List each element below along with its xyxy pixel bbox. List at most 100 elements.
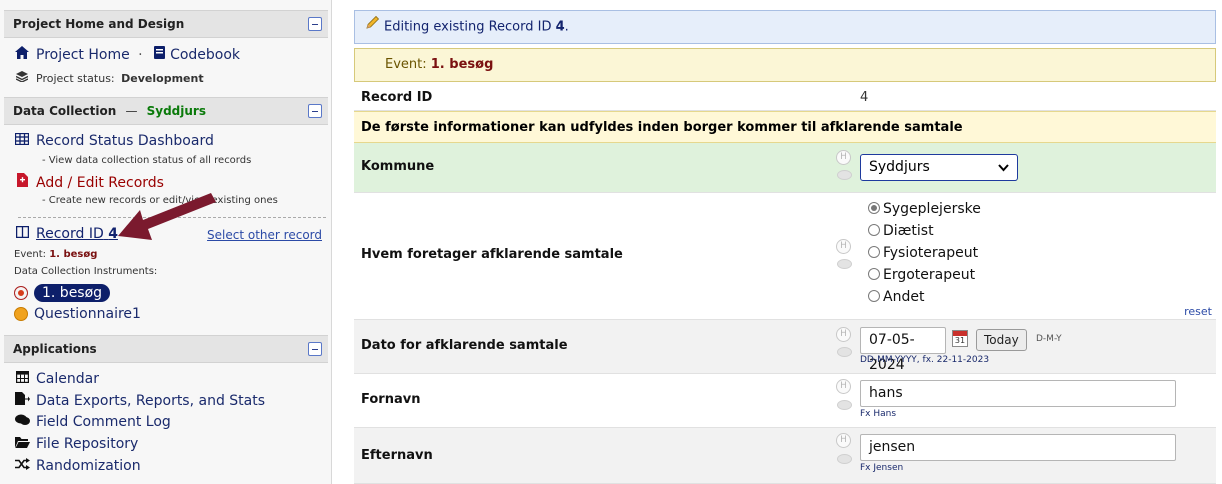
export-icon bbox=[14, 392, 30, 408]
annotation-arrow-icon bbox=[118, 193, 216, 240]
instrument-label[interactable]: 1. besøg bbox=[34, 284, 111, 302]
radio-label: Sygeplejerske bbox=[883, 201, 981, 217]
project-home-link[interactable]: Project Home bbox=[36, 47, 130, 63]
radio-option-diaetist[interactable]: Diætist bbox=[868, 223, 934, 239]
record-id-row: Record ID 4 bbox=[354, 85, 1216, 111]
edit-banner-suffix: . bbox=[564, 19, 569, 35]
app-item-label[interactable]: Data Exports, Reports, and Stats bbox=[36, 393, 265, 409]
kommune-select[interactable]: Syddjurs bbox=[860, 154, 1018, 181]
app-item-label[interactable]: File Repository bbox=[36, 436, 138, 452]
file-icon bbox=[14, 173, 30, 190]
app-item-field-comment-log[interactable]: Field Comment Log bbox=[14, 414, 171, 430]
section-header: De første informationer kan udfyldes ind… bbox=[354, 111, 1216, 143]
radio-option-sygeplejerske[interactable]: Sygeplejerske bbox=[868, 201, 981, 217]
data-collection-header-label: Data Collection bbox=[13, 104, 117, 118]
layers-icon bbox=[14, 71, 30, 85]
header-dash: — bbox=[125, 104, 138, 118]
dato-input[interactable]: 07-05-2024 bbox=[860, 327, 946, 373]
comments-icon bbox=[14, 414, 30, 429]
record-status-dashboard-link[interactable]: Record Status Dashboard bbox=[36, 133, 214, 149]
field-history-icon[interactable]: H bbox=[836, 150, 851, 165]
record-id-link[interactable]: Record ID 4 bbox=[36, 226, 118, 242]
reset-link[interactable]: reset bbox=[1184, 305, 1212, 318]
record-row: Record ID 4 bbox=[14, 225, 118, 242]
app-item-label[interactable]: Calendar bbox=[36, 371, 99, 387]
radio-label: Fysioterapeut bbox=[883, 245, 979, 261]
efternavn-input[interactable]: jensen bbox=[860, 434, 1176, 461]
edit-banner-prefix: Editing existing Record ID bbox=[384, 19, 552, 35]
efternavn-row: Efternavn H jensen Fx Jensen bbox=[354, 428, 1216, 484]
radio-label: Ergoterapeut bbox=[883, 267, 976, 283]
radio-option-andet[interactable]: Andet bbox=[868, 289, 924, 305]
instrument-item[interactable]: Questionnaire1 bbox=[14, 306, 141, 322]
instrument-label[interactable]: Questionnaire1 bbox=[34, 306, 141, 322]
field-comment-icon[interactable] bbox=[837, 454, 852, 464]
event-banner-value: 1. besøg bbox=[430, 57, 494, 72]
record-id-field-label: Record ID bbox=[361, 90, 433, 105]
field-history-icon[interactable]: H bbox=[836, 327, 851, 342]
table-icon bbox=[14, 132, 30, 148]
event-banner-label: Event: bbox=[385, 57, 427, 72]
field-comment-icon[interactable] bbox=[837, 259, 852, 269]
event-banner: Event: 1. besøg bbox=[354, 48, 1216, 82]
app-item-label[interactable]: Field Comment Log bbox=[36, 414, 171, 430]
field-history-icon[interactable]: H bbox=[836, 433, 851, 448]
record-status-desc: - View data collection status of all rec… bbox=[42, 155, 252, 166]
radio-button[interactable] bbox=[868, 224, 880, 236]
dato-hint: DD-MM-YYYY, fx. 22-11-2023 bbox=[860, 355, 990, 365]
dato-label: Dato for afklarende samtale bbox=[361, 338, 568, 353]
fornavn-label: Fornavn bbox=[361, 392, 421, 407]
link-separator: · bbox=[138, 47, 143, 63]
project-home-header: Project Home and Design bbox=[4, 10, 328, 38]
fornavn-hint: Fx Hans bbox=[860, 409, 897, 419]
radio-option-ergoterapeut[interactable]: Ergoterapeut bbox=[868, 267, 975, 283]
radio-button[interactable] bbox=[868, 202, 880, 214]
event-row: Event: 1. besøg bbox=[14, 249, 97, 260]
app-item-exports[interactable]: Data Exports, Reports, and Stats bbox=[14, 392, 265, 409]
radio-button[interactable] bbox=[868, 290, 880, 302]
home-icon bbox=[14, 46, 30, 62]
event-label: Event: bbox=[14, 249, 47, 260]
collapse-data-collection-button[interactable] bbox=[308, 104, 322, 118]
calendar-picker-icon[interactable]: 31 bbox=[952, 330, 968, 347]
kommune-label: Kommune bbox=[361, 159, 435, 174]
field-history-icon[interactable]: H bbox=[836, 239, 851, 254]
select-other-record-link[interactable]: Select other record bbox=[207, 228, 322, 242]
radio-button[interactable] bbox=[868, 246, 880, 258]
record-status-dashboard-item[interactable]: Record Status Dashboard bbox=[14, 132, 214, 149]
record-icon bbox=[14, 225, 30, 241]
app-item-calendar[interactable]: Calendar bbox=[14, 370, 99, 387]
field-comment-icon[interactable] bbox=[837, 170, 852, 180]
today-button[interactable]: Today bbox=[976, 329, 1027, 351]
record-id-field-value: 4 bbox=[860, 90, 869, 105]
edit-banner-record-id: 4 bbox=[555, 19, 565, 35]
fornavn-input[interactable]: hans bbox=[860, 380, 1176, 407]
radio-button[interactable] bbox=[868, 268, 880, 280]
radio-option-fysioterapeut[interactable]: Fysioterapeut bbox=[868, 245, 978, 261]
folder-icon bbox=[14, 436, 30, 451]
project-status-value: Development bbox=[121, 72, 204, 85]
data-collection-header: Data Collection — Syddjurs bbox=[4, 97, 328, 125]
data-collection-site: Syddjurs bbox=[146, 104, 206, 118]
app-item-randomization[interactable]: Randomization bbox=[14, 458, 141, 474]
calendar-icon bbox=[14, 370, 30, 386]
pencil-icon bbox=[365, 11, 380, 43]
project-status-label: Project status: bbox=[36, 72, 115, 85]
field-history-icon[interactable]: H bbox=[836, 379, 851, 394]
fornavn-row: Fornavn H hans Fx Hans bbox=[354, 374, 1216, 428]
collapse-applications-button[interactable] bbox=[308, 342, 322, 356]
app-item-label[interactable]: Randomization bbox=[36, 458, 141, 474]
collapse-project-home-button[interactable] bbox=[308, 17, 322, 31]
incomplete-status-icon[interactable] bbox=[14, 286, 28, 300]
calendar-day: 31 bbox=[954, 336, 966, 345]
record-id-label: Record ID bbox=[36, 226, 104, 242]
field-comment-icon[interactable] bbox=[837, 400, 852, 410]
codebook-icon bbox=[151, 46, 167, 62]
app-item-file-repository[interactable]: File Repository bbox=[14, 436, 138, 452]
instrument-item[interactable]: 1. besøg bbox=[14, 284, 111, 302]
efternavn-hint: Fx Jensen bbox=[860, 463, 904, 473]
field-comment-icon[interactable] bbox=[837, 347, 852, 357]
date-format-label: D-M-Y bbox=[1036, 334, 1062, 344]
unverified-status-icon[interactable] bbox=[14, 307, 28, 321]
codebook-link[interactable]: Codebook bbox=[170, 47, 240, 63]
